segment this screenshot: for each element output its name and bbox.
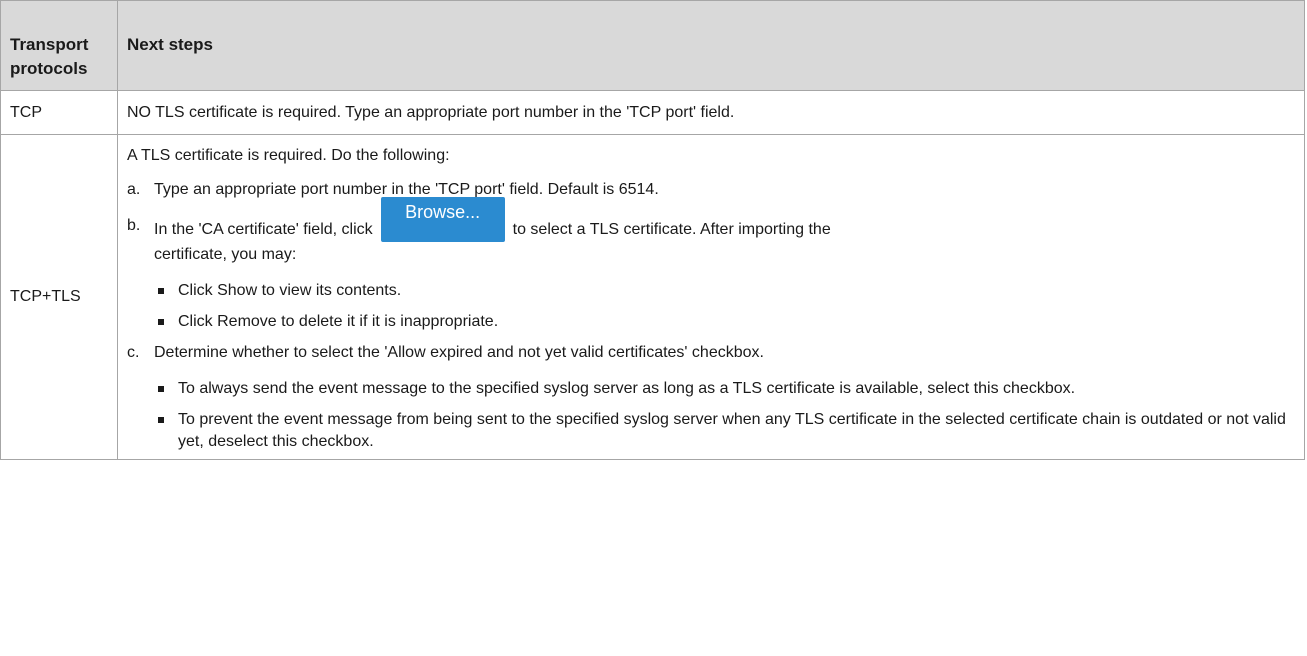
step-marker: c. (127, 344, 140, 361)
bullet-square-icon (154, 409, 178, 453)
table-row: TCP+TLS A TLS certificate is required. D… (0, 134, 1305, 460)
step-a: a. Type an appropriate port number in th… (127, 179, 1294, 201)
steps-intro: A TLS certificate is required. Do the fo… (127, 147, 450, 164)
browse-button[interactable]: Browse... (380, 197, 505, 242)
table-row: TCP NO TLS certificate is required. Type… (0, 90, 1305, 135)
steps-cell-tcp-tls: A TLS certificate is required. Do the fo… (117, 134, 1305, 460)
table-header-row: Transport protocols Next steps (0, 0, 1305, 91)
list-item: Click Show to view its contents. (154, 280, 1294, 302)
transport-protocols-table: Transport protocols Next steps TCP NO TL… (0, 0, 1305, 460)
step-c: c. Determine whether to select the 'Allo… (127, 342, 1294, 364)
step-marker: a. (127, 181, 141, 198)
step-text: Determine whether to select the 'Allow e… (154, 344, 764, 361)
step-text-continued: certificate, you may: (154, 246, 297, 263)
step-text-before-button: In the 'CA certificate' field, click (154, 220, 373, 238)
protocol-cell-tcp-tls: TCP+TLS (0, 134, 118, 460)
protocol-cell-tcp: TCP (0, 90, 118, 135)
steps-cell-tcp: NO TLS certificate is required. Type an … (117, 90, 1305, 135)
header-next-steps: Next steps (117, 0, 1305, 91)
list-item: To always send the event message to the … (154, 378, 1294, 400)
step-text-after-button: to select a TLS certificate. After impor… (512, 220, 831, 238)
bullet-square-icon (154, 280, 178, 302)
list-item: To prevent the event message from being … (154, 409, 1294, 453)
step-marker: b. (127, 217, 141, 234)
bullet-square-icon (154, 378, 178, 400)
bullet-square-icon (154, 311, 178, 333)
step-text: Type an appropriate port number in the '… (154, 181, 659, 198)
list-item: Click Remove to delete it if it is inapp… (154, 311, 1294, 333)
step-b: b. In the 'CA certificate' field, click … (127, 197, 1294, 266)
header-transport-protocols: Transport protocols (0, 0, 118, 91)
